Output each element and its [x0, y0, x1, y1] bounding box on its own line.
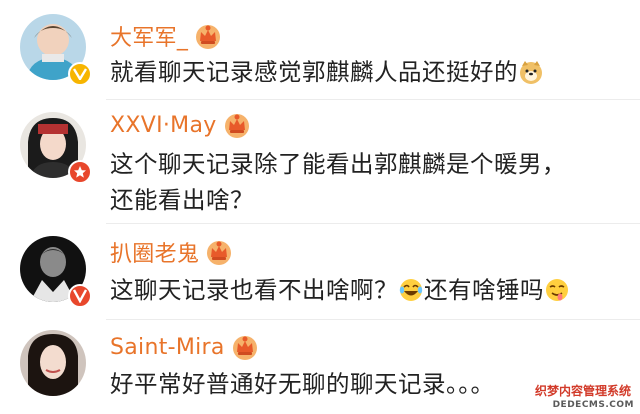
avatar[interactable] [20, 236, 92, 308]
comment-item: XXVI·May 这个聊天记录除了能看出郭麒麟是个暖男， 还能看出啥？ [0, 100, 640, 224]
verified-badge-icon [68, 62, 92, 86]
avatar[interactable] [20, 330, 90, 400]
vip-crown-icon [196, 25, 221, 49]
avatar-image [20, 330, 86, 396]
vip-crown-icon [207, 241, 232, 265]
vip-crown-icon [232, 336, 257, 360]
verified-badge-icon [68, 160, 92, 184]
avatar[interactable] [20, 112, 92, 184]
comment-text: 这聊天记录也看不出啥啊？ 还有啥锤吗 [110, 272, 570, 308]
verified-badge-icon [68, 284, 92, 308]
doge-emoji-icon [520, 61, 542, 84]
username[interactable]: 大军军_ [110, 20, 188, 52]
comment-item: 扒圈老鬼 这聊天记录也看不出啥啊？ 还有啥锤吗 [0, 224, 640, 320]
username[interactable]: 扒圈老鬼 [110, 236, 199, 268]
watermark-domain: DEDECMS.COM [552, 400, 634, 410]
watermark-title: 织梦内容管理系统 [531, 381, 634, 400]
avatar[interactable] [20, 14, 92, 86]
drooling-emoji-icon [546, 279, 568, 301]
watermark: 织梦内容管理系统 DEDECMS.COM [531, 381, 634, 410]
comment-text: 好平常好普通好无聊的聊天记录。。。 [110, 370, 495, 398]
comment-text-line: 这个聊天记录除了能看出郭麒麟是个暖男， [110, 150, 566, 178]
comment-text: 就看聊天记录感觉郭麒麟人品还挺好的 [110, 54, 544, 90]
laughing-tears-emoji-icon [399, 279, 423, 301]
comment-item: 大军军_ 就看聊天记录感觉郭麒麟人品还挺好的 [0, 0, 640, 100]
vip-crown-icon [224, 114, 249, 138]
comment-text-line: 还能看出啥？ [110, 186, 254, 214]
comment-text: 这个聊天记录除了能看出郭麒麟是个暖男， 还能看出啥？ [110, 146, 566, 218]
username[interactable]: Saint-Mira [110, 335, 225, 360]
username[interactable]: XXVI·May [110, 113, 217, 138]
